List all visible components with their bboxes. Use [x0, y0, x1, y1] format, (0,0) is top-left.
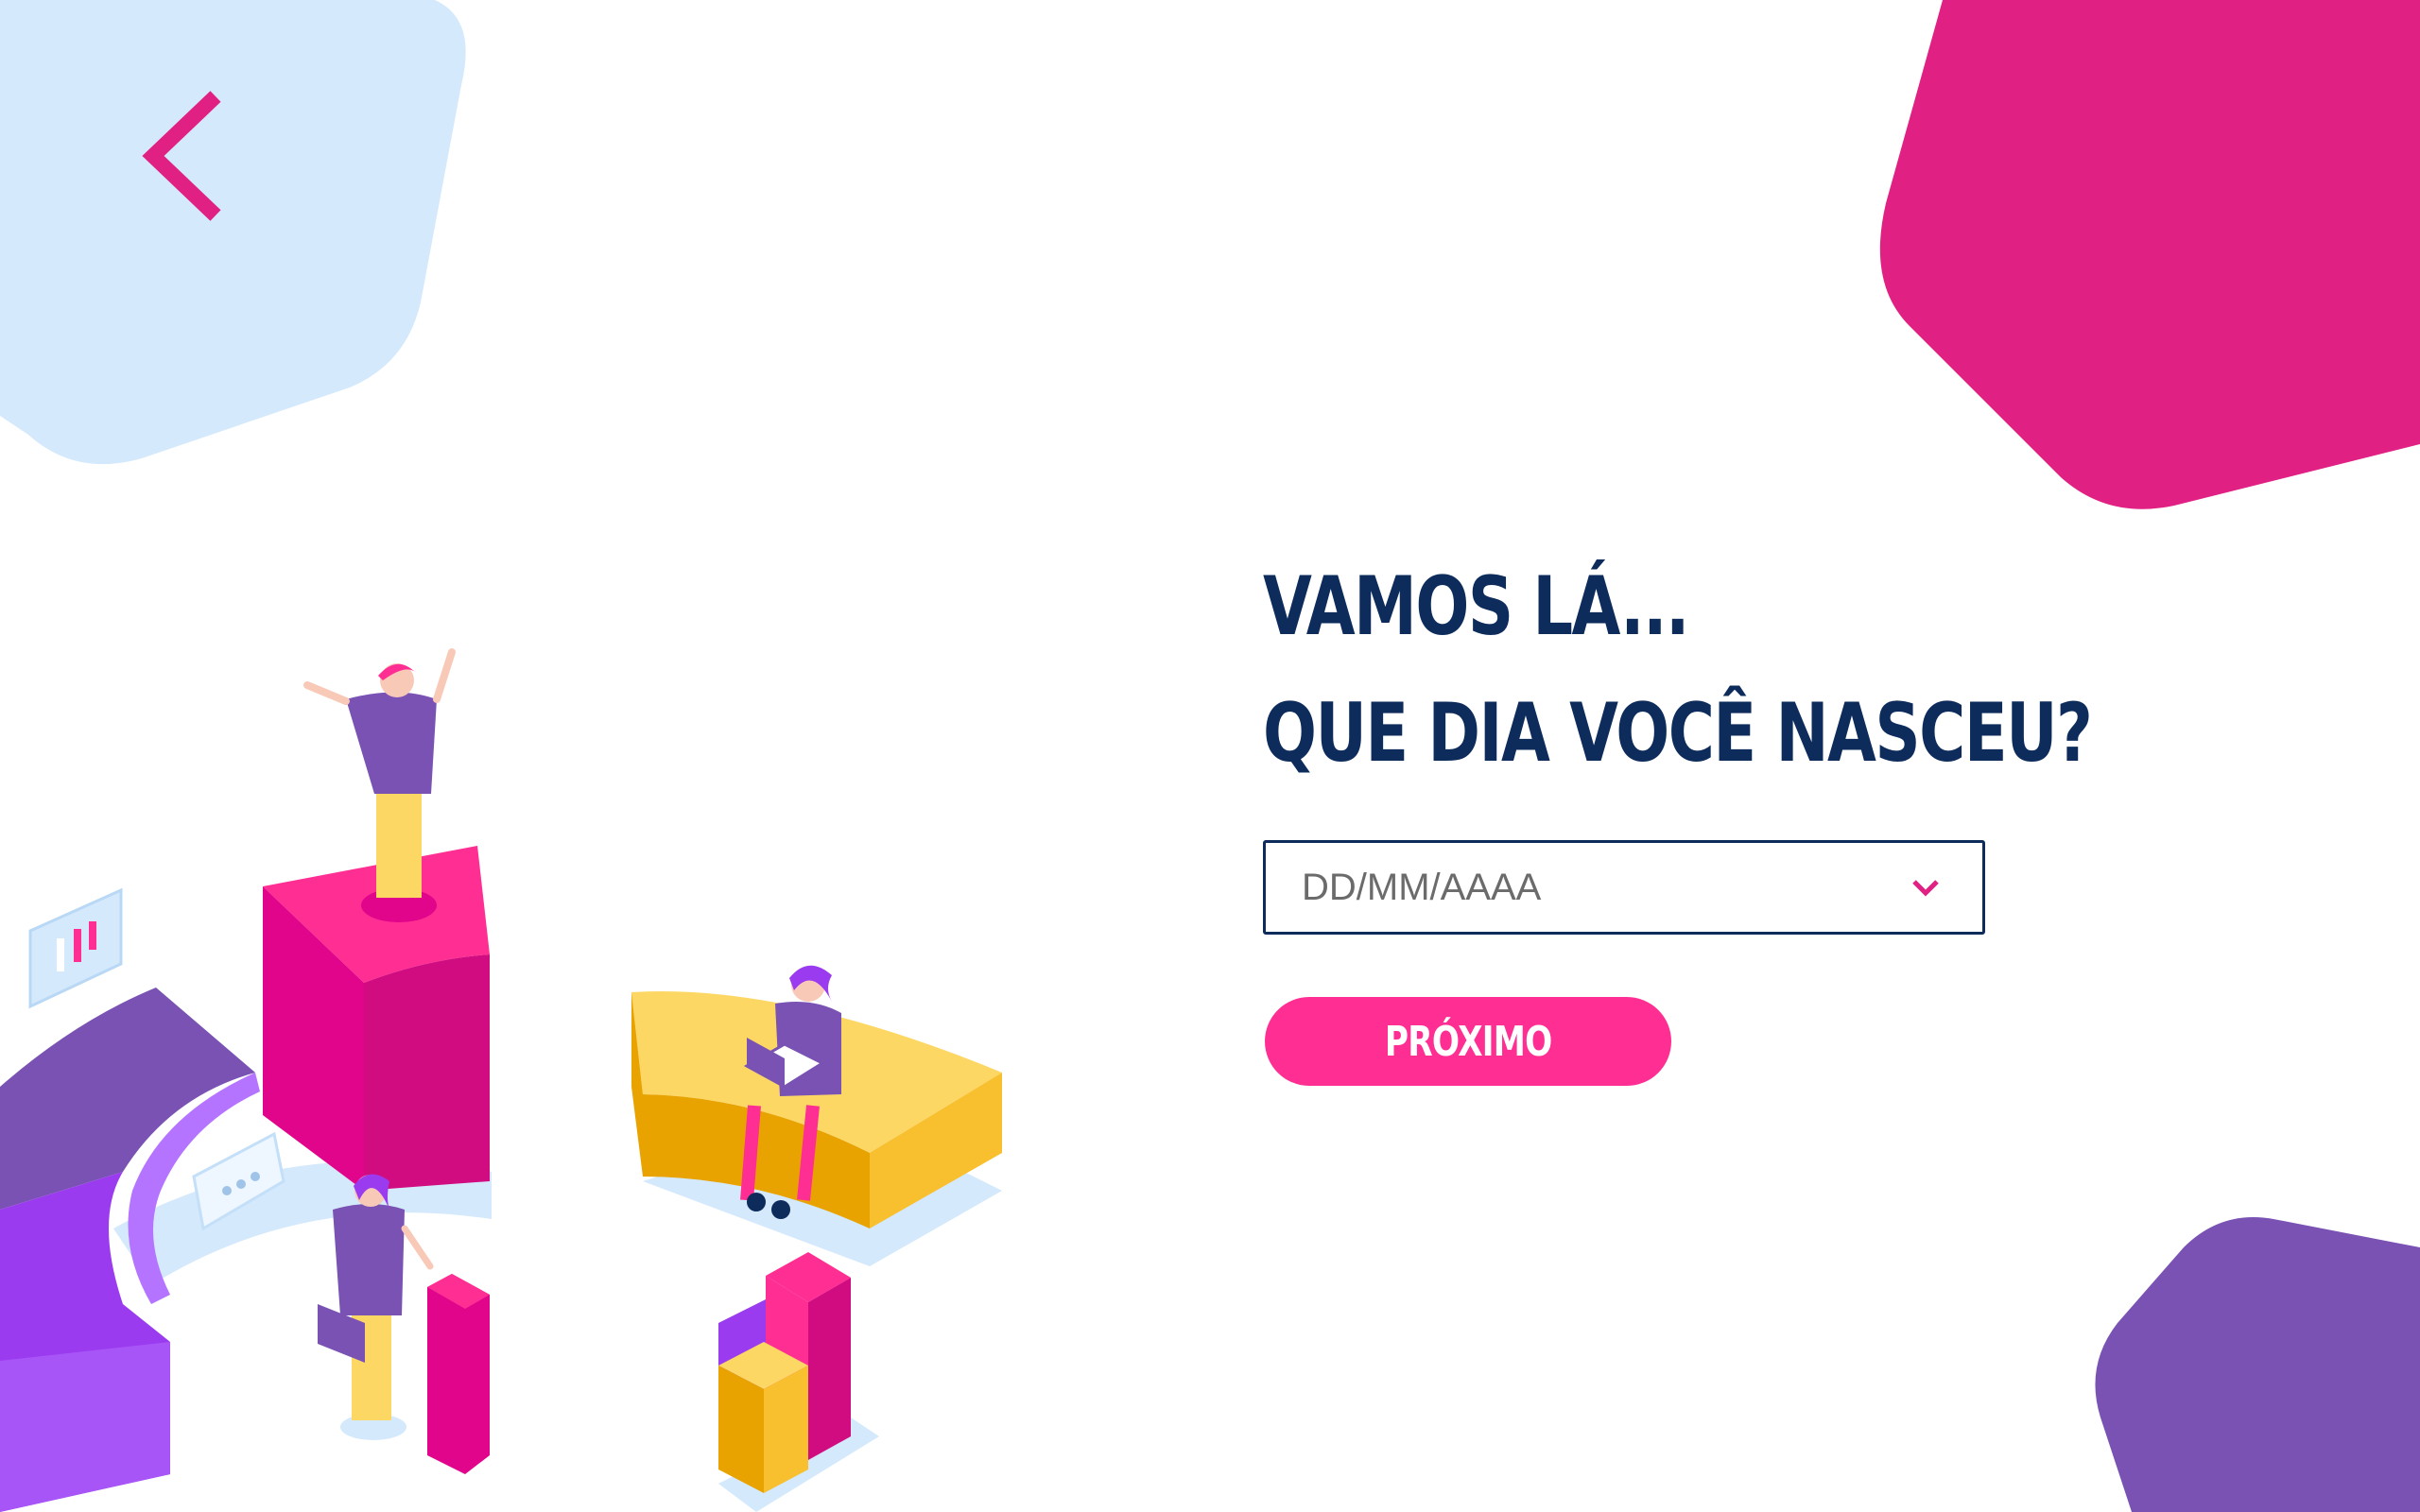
- next-button[interactable]: PRÓXIMO: [1265, 997, 1671, 1086]
- person-with-briefcase: [318, 1174, 434, 1440]
- chevron-down-icon: [1912, 880, 1939, 897]
- date-dropdown-toggle[interactable]: [1907, 868, 1945, 906]
- back-button[interactable]: [132, 85, 227, 227]
- magenta-pillar-front: [364, 954, 490, 1191]
- chevron-left-icon: [142, 91, 221, 221]
- next-button-label: PRÓXIMO: [1384, 1017, 1552, 1066]
- birthdate-form: VAMOS LÁ... QUE DIA VOCÊ NASCEU? PRÓXIMO: [1263, 543, 2093, 1086]
- question-title-line2: QUE DIA VOCÊ NASCEU?: [1263, 686, 2093, 781]
- purple-blob: [2095, 1217, 2420, 1512]
- cube-magenta: [808, 1278, 851, 1460]
- birthdate-screen: VAMOS LÁ... QUE DIA VOCÊ NASCEU? PRÓXIMO: [0, 0, 2420, 1512]
- question-title-line1: VAMOS LÁ...: [1263, 559, 1689, 654]
- light-blue-blob: [0, 0, 466, 465]
- birthdate-input[interactable]: [1266, 842, 1907, 933]
- magenta-blob: [1879, 0, 2420, 509]
- isometric-illustration: [0, 643, 1021, 1512]
- purple-block-front: [0, 1342, 170, 1512]
- birthdate-field[interactable]: [1263, 840, 1985, 935]
